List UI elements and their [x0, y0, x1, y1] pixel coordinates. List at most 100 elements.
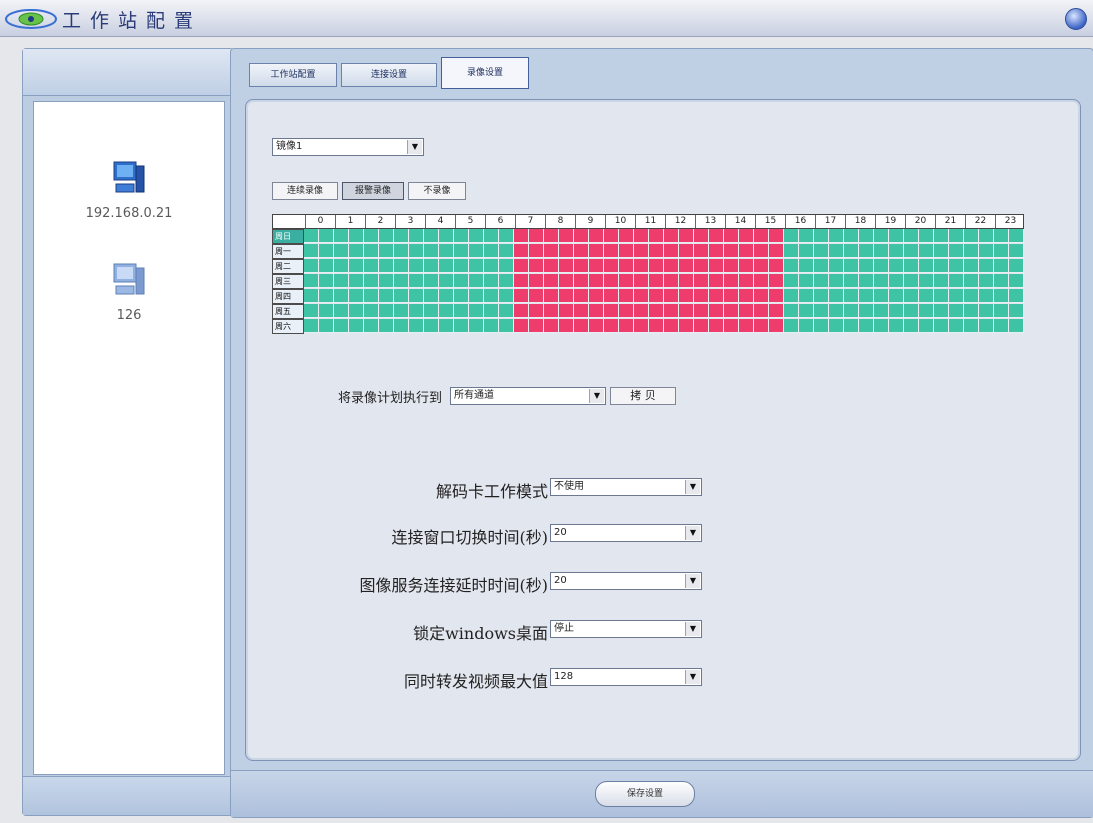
schedule-cell[interactable]	[709, 229, 724, 243]
schedule-cell[interactable]	[409, 229, 424, 243]
hour-header-cell[interactable]: 16	[785, 215, 815, 228]
schedule-cell[interactable]	[1009, 229, 1024, 243]
tab-recording-settings[interactable]: 录像设置	[441, 57, 529, 89]
schedule-cell[interactable]	[454, 259, 469, 273]
schedule-cell[interactable]	[694, 274, 709, 288]
schedule-cell[interactable]	[934, 244, 949, 258]
schedule-cell[interactable]	[949, 244, 964, 258]
schedule-cell[interactable]	[784, 259, 799, 273]
schedule-cell[interactable]	[424, 229, 439, 243]
schedule-cell[interactable]	[364, 319, 379, 333]
schedule-cell[interactable]	[334, 274, 349, 288]
schedule-cell[interactable]	[904, 274, 919, 288]
schedule-cell[interactable]	[469, 244, 484, 258]
schedule-cell[interactable]	[529, 274, 544, 288]
schedule-cell[interactable]	[469, 304, 484, 318]
schedule-cell[interactable]	[499, 304, 514, 318]
lock-desktop-select[interactable]: 停止 ▼	[550, 620, 702, 638]
schedule-cell[interactable]	[814, 274, 829, 288]
schedule-cell[interactable]	[364, 244, 379, 258]
schedule-cell[interactable]	[634, 259, 649, 273]
schedule-cell[interactable]	[634, 229, 649, 243]
schedule-cell[interactable]	[679, 289, 694, 303]
window-close-button[interactable]	[1065, 8, 1087, 30]
schedule-cell[interactable]	[874, 304, 889, 318]
schedule-cell[interactable]	[739, 304, 754, 318]
schedule-cell[interactable]	[619, 289, 634, 303]
schedule-cell[interactable]	[844, 244, 859, 258]
schedule-cell[interactable]	[814, 289, 829, 303]
schedule-cell[interactable]	[709, 244, 724, 258]
schedule-cell[interactable]	[304, 274, 319, 288]
schedule-cell[interactable]	[739, 259, 754, 273]
schedule-cell[interactable]	[439, 319, 454, 333]
copy-button[interactable]: 拷 贝	[610, 387, 676, 405]
schedule-cell[interactable]	[889, 289, 904, 303]
schedule-cell[interactable]	[829, 259, 844, 273]
schedule-cell[interactable]	[964, 304, 979, 318]
schedule-cell[interactable]	[364, 274, 379, 288]
schedule-cell[interactable]	[964, 259, 979, 273]
schedule-cell[interactable]	[679, 259, 694, 273]
hour-header-cell[interactable]: 13	[695, 215, 725, 228]
schedule-cell[interactable]	[649, 289, 664, 303]
schedule-cell[interactable]	[874, 319, 889, 333]
schedule-cell[interactable]	[904, 229, 919, 243]
schedule-cell[interactable]	[664, 274, 679, 288]
schedule-cell[interactable]	[334, 229, 349, 243]
schedule-cell[interactable]	[349, 319, 364, 333]
schedule-cell[interactable]	[514, 274, 529, 288]
schedule-cell[interactable]	[829, 319, 844, 333]
schedule-cell[interactable]	[499, 289, 514, 303]
schedule-cell[interactable]	[469, 259, 484, 273]
schedule-cell[interactable]	[589, 289, 604, 303]
schedule-cell[interactable]	[589, 304, 604, 318]
window-switch-time-select[interactable]: 20 ▼	[550, 524, 702, 542]
schedule-cell[interactable]	[799, 259, 814, 273]
schedule-cell[interactable]	[409, 259, 424, 273]
schedule-cell[interactable]	[664, 304, 679, 318]
schedule-cell[interactable]	[514, 304, 529, 318]
schedule-cell[interactable]	[694, 229, 709, 243]
schedule-cell[interactable]	[334, 304, 349, 318]
camera-select[interactable]: 镜像1 ▼	[272, 138, 424, 156]
schedule-cell[interactable]	[649, 274, 664, 288]
schedule-cell[interactable]	[859, 274, 874, 288]
schedule-cell[interactable]	[319, 304, 334, 318]
schedule-cell[interactable]	[394, 289, 409, 303]
schedule-cell[interactable]	[919, 274, 934, 288]
schedule-cell[interactable]	[379, 244, 394, 258]
schedule-cell[interactable]	[769, 274, 784, 288]
hour-header-cell[interactable]: 10	[605, 215, 635, 228]
schedule-cell[interactable]	[904, 244, 919, 258]
schedule-cell[interactable]	[499, 244, 514, 258]
schedule-cell[interactable]	[859, 289, 874, 303]
schedule-cell[interactable]	[514, 259, 529, 273]
schedule-cell[interactable]	[424, 259, 439, 273]
schedule-cell[interactable]	[409, 304, 424, 318]
schedule-cell[interactable]	[454, 289, 469, 303]
schedule-cell[interactable]	[424, 244, 439, 258]
schedule-cell[interactable]	[784, 244, 799, 258]
schedule-cell[interactable]	[409, 289, 424, 303]
schedule-cell[interactable]	[709, 274, 724, 288]
schedule-cell[interactable]	[319, 274, 334, 288]
schedule-cell[interactable]	[829, 229, 844, 243]
schedule-cell[interactable]	[499, 259, 514, 273]
schedule-cell[interactable]	[874, 274, 889, 288]
schedule-cell[interactable]	[994, 274, 1009, 288]
schedule-cell[interactable]	[394, 229, 409, 243]
alarm-record-button[interactable]: 报警录像	[342, 182, 404, 200]
schedule-cell[interactable]	[349, 289, 364, 303]
schedule-cell[interactable]	[919, 229, 934, 243]
hour-header-cell[interactable]: 4	[425, 215, 455, 228]
schedule-cell[interactable]	[319, 229, 334, 243]
schedule-cell[interactable]	[574, 229, 589, 243]
schedule-cell[interactable]	[634, 304, 649, 318]
schedule-cell[interactable]	[844, 304, 859, 318]
schedule-cell[interactable]	[544, 274, 559, 288]
schedule-cell[interactable]	[859, 229, 874, 243]
schedule-grid[interactable]: 0 1 2 3 4 5 6 7 8 9 10 11 12 13 14 15 16 17 18 19 20 21 22 23 周…	[272, 214, 1024, 348]
schedule-cell[interactable]	[724, 244, 739, 258]
schedule-cell[interactable]	[934, 304, 949, 318]
